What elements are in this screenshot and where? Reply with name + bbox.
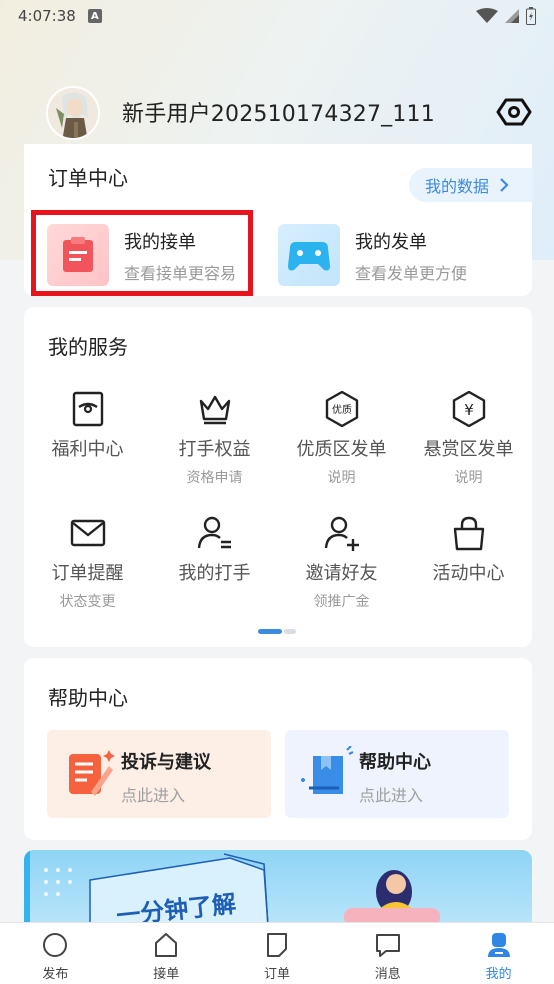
profile-header: 新手用户202510174327_111 <box>0 82 554 142</box>
status-time: 4:07:38 <box>18 7 76 25</box>
premium-icon: 优质 <box>325 391 358 427</box>
nav-orders[interactable]: 订单 <box>222 923 333 984</box>
help-book-icon <box>301 746 354 794</box>
my-data-button[interactable]: 我的数据 <box>409 168 533 202</box>
notification-badge: A <box>87 9 102 23</box>
help-center-tile[interactable]: 帮助中心 点此进入 <box>285 730 509 818</box>
my-data-label: 我的数据 <box>425 177 490 196</box>
service-label: 我的打手 <box>178 563 251 584</box>
bottom-nav: 发布 接单 订单 消息 我的 <box>0 922 554 984</box>
service-sublabel: 说明 <box>327 470 356 486</box>
service-my-players[interactable]: 我的打手 <box>151 515 278 585</box>
avatar[interactable] <box>46 86 100 140</box>
nav-label: 消息 <box>374 967 401 982</box>
order-center-title: 订单中心 <box>48 166 128 190</box>
nav-label: 接单 <box>153 967 180 982</box>
service-sublabel: 资格申请 <box>186 470 243 486</box>
nav-publish[interactable]: 发布 <box>0 923 111 984</box>
premium-icon-text: 优质 <box>332 403 352 416</box>
nav-receive[interactable]: 接单 <box>111 923 222 984</box>
home-icon <box>155 933 178 957</box>
user-add-icon <box>324 516 359 551</box>
help-center-card: 帮助中心 投诉与建议 点此进入 帮助中心 点此进入 <box>24 658 532 840</box>
pager-dot-active <box>258 629 282 634</box>
gamepad-icon <box>278 224 340 286</box>
reward-icon-text: ¥ <box>464 401 474 419</box>
user-list-icon <box>197 516 231 549</box>
services-card: 我的服务 福利中心 打手权益 资格申请 优质 优质区发单 说明 ¥ 悬赏区发单 … <box>24 307 532 647</box>
banner-illustration <box>24 850 440 926</box>
promo-banner[interactable]: 一分钟了解 <box>24 850 532 926</box>
battery-icon <box>526 7 536 25</box>
crown-icon <box>199 395 230 425</box>
help-center-title: 帮助中心 <box>48 686 128 710</box>
service-label: 悬赏区发单 <box>423 439 514 460</box>
service-label: 福利中心 <box>51 439 124 460</box>
service-reward-posting[interactable]: ¥ 悬赏区发单 说明 <box>405 391 532 487</box>
wifi-icon <box>476 8 498 23</box>
service-welfare-center[interactable]: 福利中心 <box>24 391 151 461</box>
nav-messages[interactable]: 消息 <box>332 923 443 984</box>
services-title: 我的服务 <box>48 335 128 359</box>
signal-icon <box>505 9 519 23</box>
service-label: 优质区发单 <box>296 439 387 460</box>
service-invite-friends[interactable]: 邀请好友 领推广金 <box>278 515 405 611</box>
service-order-reminder[interactable]: 订单提醒 状态变更 <box>24 515 151 611</box>
mail-icon <box>70 519 105 547</box>
my-posted-orders[interactable]: 我的发单 查看发单更方便 <box>278 214 498 286</box>
publish-icon <box>43 933 68 957</box>
help-tile-subtitle: 点此进入 <box>359 786 424 805</box>
help-tile-title: 投诉与建议 <box>121 752 211 773</box>
nav-label: 我的 <box>485 967 512 982</box>
reward-icon: ¥ <box>452 391 485 427</box>
order-item-subtitle: 查看发单更方便 <box>355 264 468 283</box>
nav-label: 订单 <box>263 967 290 982</box>
pager-dot <box>284 629 296 634</box>
service-sublabel: 领推广金 <box>313 594 370 610</box>
message-icon <box>375 934 400 957</box>
settings-hexagon-icon <box>496 98 532 126</box>
service-player-rights[interactable]: 打手权益 资格申请 <box>151 391 278 487</box>
nav-profile[interactable]: 我的 <box>443 923 554 984</box>
bag-icon <box>453 516 484 551</box>
services-pager <box>258 629 298 634</box>
settings-button[interactable] <box>496 94 532 130</box>
service-premium-posting[interactable]: 优质 优质区发单 说明 <box>278 391 405 487</box>
status-icons <box>476 7 536 25</box>
order-icon <box>266 933 287 957</box>
service-label: 订单提醒 <box>51 563 124 584</box>
service-label: 打手权益 <box>178 439 251 460</box>
order-item-title: 我的发单 <box>355 232 427 253</box>
chevron-right-icon <box>500 178 509 192</box>
highlight-box <box>31 210 253 296</box>
help-tile-subtitle: 点此进入 <box>121 786 186 805</box>
service-activity-center[interactable]: 活动中心 <box>405 515 532 585</box>
status-bar: 4:07:38 A <box>0 0 554 32</box>
username: 新手用户202510174327_111 <box>122 102 435 127</box>
welfare-icon <box>72 391 103 427</box>
complaint-icon <box>69 750 115 796</box>
service-sublabel: 说明 <box>454 470 483 486</box>
service-sublabel: 状态变更 <box>59 594 116 610</box>
help-tile-title: 帮助中心 <box>359 752 431 773</box>
complaint-suggestion-tile[interactable]: 投诉与建议 点此进入 <box>47 730 271 818</box>
service-label: 活动中心 <box>432 563 505 584</box>
profile-icon <box>487 933 510 957</box>
service-label: 邀请好友 <box>305 563 378 584</box>
order-center-card: 订单中心 我的数据 我的接单 查看接单更容易 我的发单 查看发单更方便 <box>24 144 533 296</box>
nav-label: 发布 <box>42 967 69 982</box>
